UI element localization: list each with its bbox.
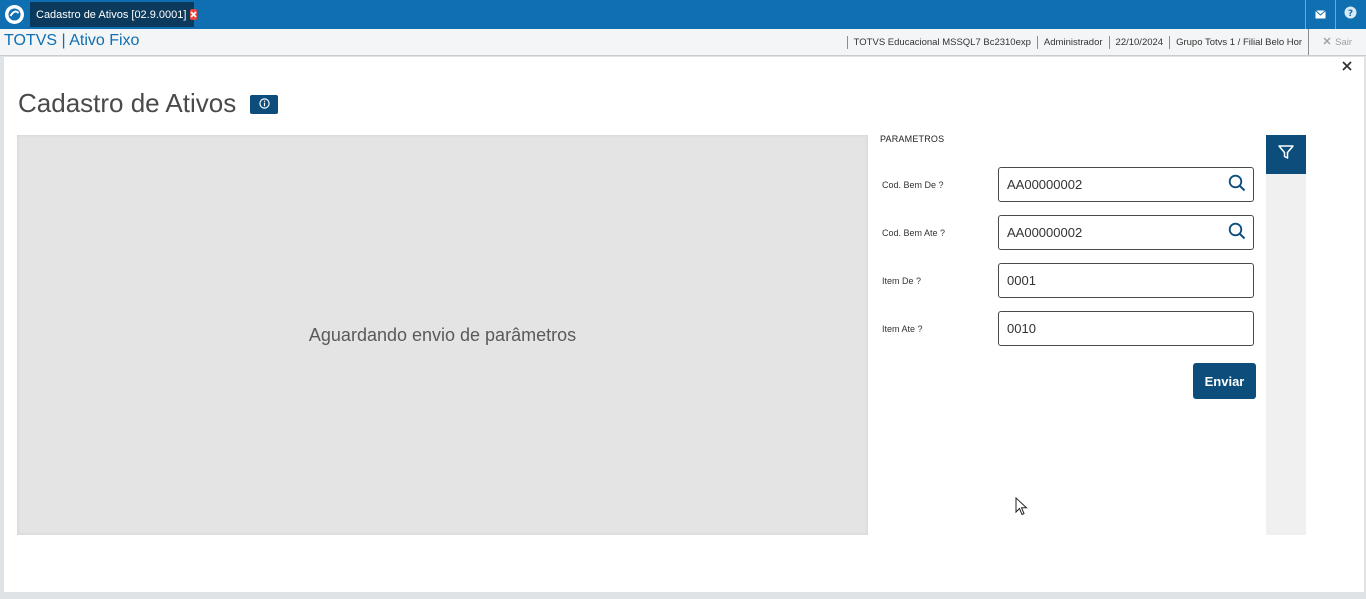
close-tab-icon[interactable]: [190, 9, 198, 20]
date-label: 22/10/2024: [1108, 35, 1170, 49]
cod-bem-de-search-button[interactable]: [1226, 174, 1248, 196]
cod-bem-de-label: Cod. Bem De ?: [882, 180, 944, 190]
params-title: PARAMETROS: [880, 134, 945, 144]
enviar-button[interactable]: Enviar: [1193, 363, 1256, 399]
close-panel-icon[interactable]: [1340, 59, 1354, 73]
mouse-cursor-icon: [1015, 496, 1029, 517]
filter-icon: [1277, 143, 1295, 166]
cod-bem-ate-input[interactable]: [998, 215, 1254, 250]
cod-bem-ate-search-button[interactable]: [1226, 222, 1248, 244]
exit-button[interactable]: Sair: [1308, 29, 1366, 55]
info-icon: [258, 96, 270, 114]
item-de-label: Item De ?: [882, 276, 922, 286]
help-icon: ?: [1344, 6, 1357, 24]
mail-button[interactable]: [1305, 0, 1335, 29]
status-row: TOTVS Educacional MSSQL7 Bc2310exp Admin…: [846, 29, 1366, 55]
close-icon: [1323, 37, 1331, 48]
search-icon: [1228, 222, 1246, 245]
totvs-logo-icon[interactable]: [2, 2, 27, 27]
search-icon: [1228, 174, 1246, 197]
environment-label: TOTVS Educacional MSSQL7 Bc2310exp: [846, 35, 1037, 49]
report-preview-area: Aguardando envio de parâmetros: [17, 135, 868, 535]
tab-label: Cadastro de Ativos [02.9.0001]: [36, 8, 187, 21]
page-title: Cadastro de Ativos: [18, 88, 237, 118]
item-de-input[interactable]: [998, 263, 1254, 298]
preview-message: Aguardando envio de parâmetros: [308, 324, 577, 345]
item-ate-input[interactable]: [998, 311, 1254, 346]
main-panel: Cadastro de Ativos Aguardando envio de p…: [4, 57, 1364, 592]
filter-sidebar: [1266, 135, 1306, 535]
cod-bem-ate-label: Cod. Bem Ate ?: [882, 228, 946, 238]
cod-bem-de-input[interactable]: [998, 167, 1254, 202]
svg-text:?: ?: [1348, 9, 1353, 19]
top-bar: Cadastro de Ativos [02.9.0001] ?: [0, 0, 1366, 29]
item-ate-label: Item Ate ?: [882, 324, 923, 334]
info-button[interactable]: [250, 95, 278, 114]
tab-cadastro-de-ativos[interactable]: Cadastro de Ativos [02.9.0001]: [30, 2, 198, 27]
help-button[interactable]: ?: [1335, 0, 1365, 29]
app-bar: TOTVS | Ativo Fixo TOTVS Educacional MSS…: [0, 29, 1366, 56]
exit-label: Sair: [1335, 36, 1352, 48]
filter-button[interactable]: [1266, 135, 1306, 174]
branch-label: Grupo Totvs 1 / Filial Belo Hor: [1169, 35, 1308, 49]
app-title: TOTVS | Ativo Fixo: [4, 32, 140, 49]
mail-icon: [1315, 6, 1326, 24]
user-label: Administrador: [1036, 35, 1109, 49]
